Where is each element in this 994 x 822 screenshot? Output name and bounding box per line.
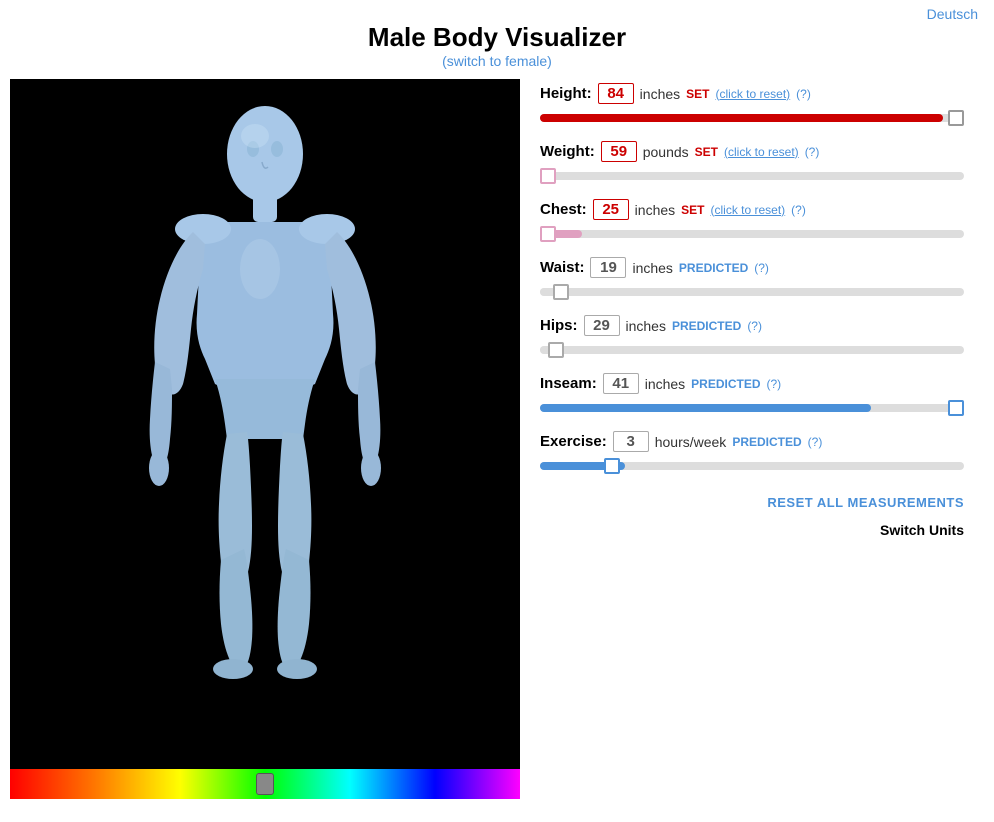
inseam-slider-track[interactable]: [540, 404, 964, 412]
weight-unit: pounds: [643, 144, 689, 160]
waist-row: Waist: 19 inches PREDICTED (?): [540, 257, 964, 301]
exercise-unit: hours/week: [655, 434, 727, 450]
waist-label: Waist:: [540, 259, 584, 276]
weight-status: SET: [695, 145, 718, 159]
chest-slider-container[interactable]: [540, 225, 964, 243]
inseam-slider-thumb[interactable]: [948, 400, 964, 416]
hips-status: PREDICTED: [672, 319, 741, 333]
exercise-slider-track[interactable]: [540, 462, 964, 470]
chest-status: SET: [681, 203, 704, 217]
waist-value[interactable]: 19: [590, 257, 626, 278]
switch-gender-link[interactable]: (switch to female): [442, 53, 552, 69]
inseam-status: PREDICTED: [691, 377, 760, 391]
chest-slider-track[interactable]: [540, 230, 964, 238]
height-row: Height: 84 inches SET (click to reset) (…: [540, 83, 964, 127]
waist-status: PREDICTED: [679, 261, 748, 275]
hips-unit: inches: [626, 318, 666, 334]
inseam-slider-container[interactable]: [540, 399, 964, 417]
waist-unit: inches: [632, 260, 672, 276]
exercise-slider-container[interactable]: [540, 457, 964, 475]
weight-value[interactable]: 59: [601, 141, 637, 162]
color-bar[interactable]: [10, 769, 520, 799]
exercise-slider-thumb[interactable]: [604, 458, 620, 474]
waist-slider-container[interactable]: [540, 283, 964, 301]
body-visualization-panel: [10, 79, 520, 799]
height-status: SET: [686, 87, 709, 101]
height-slider-fill: [540, 114, 943, 122]
height-help-link[interactable]: (?): [796, 87, 811, 101]
exercise-label: Exercise:: [540, 433, 607, 450]
waist-help-link[interactable]: (?): [754, 261, 769, 275]
chest-unit: inches: [635, 202, 675, 218]
exercise-value[interactable]: 3: [613, 431, 649, 452]
inseam-row: Inseam: 41 inches PREDICTED (?): [540, 373, 964, 417]
chest-slider-thumb[interactable]: [540, 226, 556, 242]
language-link[interactable]: Deutsch: [927, 6, 978, 22]
body-figure-svg: [115, 94, 415, 754]
chest-value[interactable]: 25: [593, 199, 629, 220]
exercise-help-link[interactable]: (?): [808, 435, 823, 449]
chest-help-link[interactable]: (?): [791, 203, 806, 217]
waist-slider-track[interactable]: [540, 288, 964, 296]
inseam-unit: inches: [645, 376, 685, 392]
inseam-label: Inseam:: [540, 375, 597, 392]
height-unit: inches: [640, 86, 680, 102]
page-title: Male Body Visualizer: [0, 22, 994, 53]
height-slider-track[interactable]: [540, 114, 964, 122]
hips-value[interactable]: 29: [584, 315, 620, 336]
exercise-status: PREDICTED: [732, 435, 801, 449]
inseam-value[interactable]: 41: [603, 373, 639, 394]
weight-slider-container[interactable]: [540, 167, 964, 185]
color-bar-thumb[interactable]: [256, 773, 274, 795]
hips-slider-thumb[interactable]: [548, 342, 564, 358]
hips-slider-track[interactable]: [540, 346, 964, 354]
height-label: Height:: [540, 85, 592, 102]
weight-label: Weight:: [540, 143, 595, 160]
weight-row: Weight: 59 pounds SET (click to reset) (…: [540, 141, 964, 185]
hips-label: Hips:: [540, 317, 578, 334]
weight-slider-track[interactable]: [540, 172, 964, 180]
weight-reset-link[interactable]: (click to reset): [724, 145, 799, 159]
height-slider-container[interactable]: [540, 109, 964, 127]
hips-slider-container[interactable]: [540, 341, 964, 359]
chest-reset-link[interactable]: (click to reset): [710, 203, 785, 217]
inseam-help-link[interactable]: (?): [767, 377, 782, 391]
height-slider-thumb[interactable]: [948, 110, 964, 126]
bottom-actions: RESET ALL MEASUREMENTS Switch Units: [540, 495, 964, 538]
inseam-slider-fill: [540, 404, 871, 412]
hips-row: Hips: 29 inches PREDICTED (?): [540, 315, 964, 359]
hips-help-link[interactable]: (?): [747, 319, 762, 333]
chest-row: Chest: 25 inches SET (click to reset) (?…: [540, 199, 964, 243]
waist-slider-thumb[interactable]: [553, 284, 569, 300]
height-value[interactable]: 84: [598, 83, 634, 104]
controls-panel: Height: 84 inches SET (click to reset) (…: [520, 79, 984, 538]
weight-help-link[interactable]: (?): [805, 145, 820, 159]
height-reset-link[interactable]: (click to reset): [715, 87, 790, 101]
weight-slider-thumb[interactable]: [540, 168, 556, 184]
switch-units-button[interactable]: Switch Units: [540, 522, 964, 538]
exercise-row: Exercise: 3 hours/week PREDICTED (?): [540, 431, 964, 475]
chest-label: Chest:: [540, 201, 587, 218]
reset-all-button[interactable]: RESET ALL MEASUREMENTS: [540, 495, 964, 510]
